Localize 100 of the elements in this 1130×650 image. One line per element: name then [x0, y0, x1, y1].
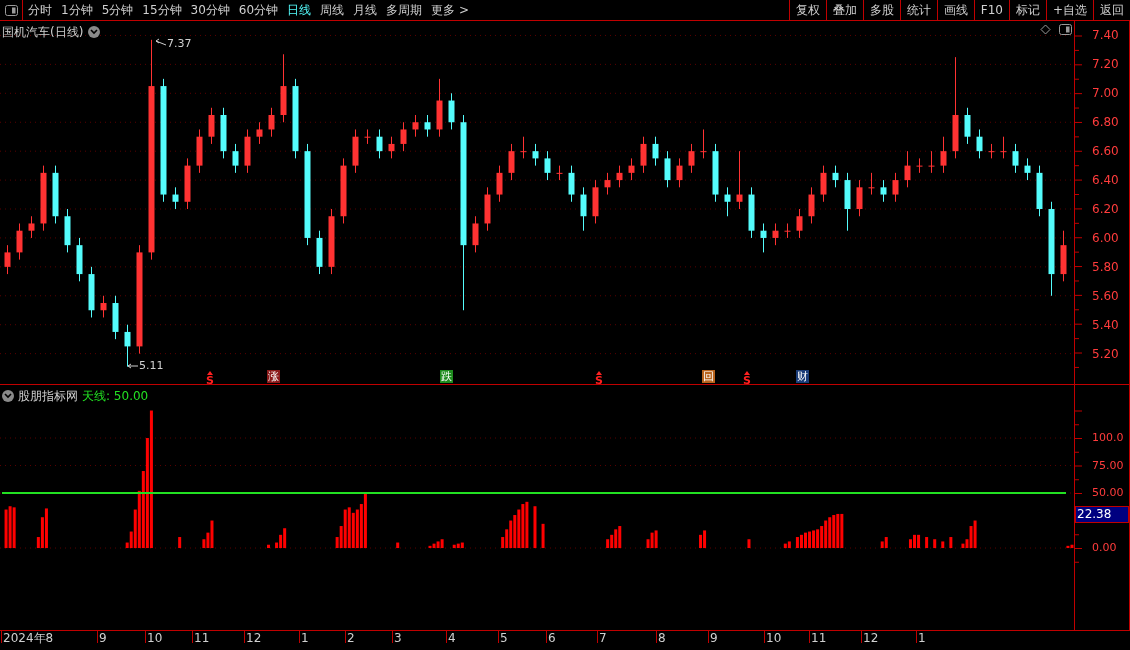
- candlestick: [16, 222, 23, 261]
- candlestick: [748, 186, 755, 239]
- axis-label: 50.00: [1092, 487, 1124, 499]
- date-label: 8: [658, 632, 666, 644]
- period-tab[interactable]: 日线: [287, 1, 312, 19]
- high-price-label: 7.37: [167, 38, 192, 49]
- toolbar-button[interactable]: 多股: [862, 0, 900, 20]
- toolbar-button[interactable]: 画线: [936, 0, 974, 20]
- indicator-bar: [396, 542, 400, 549]
- axis-label: 6.20: [1092, 203, 1119, 215]
- candlestick: [676, 157, 683, 188]
- date-label: 1: [918, 632, 926, 644]
- candlestick: [436, 78, 443, 138]
- low-pointer: [127, 363, 139, 369]
- date-label: 5: [500, 632, 508, 644]
- candlestick: [724, 186, 731, 217]
- indicator-bar: [941, 541, 945, 549]
- toolbar-button[interactable]: 标记: [1008, 0, 1046, 20]
- date-label: 2: [347, 632, 355, 644]
- toolbar-button[interactable]: 统计: [899, 0, 937, 20]
- date-label: 10: [147, 632, 163, 644]
- date-label: 12: [863, 632, 879, 644]
- candlestick: [232, 143, 239, 174]
- candlestick: [76, 237, 83, 282]
- signal-mark: S: [743, 375, 751, 386]
- event-badge[interactable]: 财: [796, 370, 809, 383]
- candlestick: [208, 107, 215, 145]
- chevron-down-icon[interactable]: [88, 26, 101, 38]
- line-legend: 天线: 50.00: [82, 387, 149, 405]
- axis-label: 6.60: [1092, 145, 1119, 158]
- panel-toggle-icon[interactable]: [1059, 24, 1072, 35]
- signal-mark: S: [595, 375, 603, 386]
- axis-label: 7.00: [1092, 87, 1119, 100]
- toolbar-button[interactable]: 叠加: [825, 0, 863, 20]
- candlestick: [328, 208, 335, 275]
- candlestick: [340, 157, 347, 224]
- period-tab[interactable]: 月线: [353, 1, 378, 19]
- date-label: 3: [394, 632, 402, 644]
- candlestick: [940, 136, 947, 174]
- candlestick: [712, 143, 719, 203]
- date-label: 9: [710, 632, 718, 644]
- indicator-bar: [533, 506, 537, 549]
- date-label: 9: [99, 632, 107, 644]
- period-tab[interactable]: 60分钟: [238, 1, 279, 19]
- period-tab[interactable]: 15分钟: [142, 1, 182, 19]
- candlestick: [568, 165, 575, 203]
- indicator-bar: [178, 537, 182, 549]
- period-tab[interactable]: 多周期: [386, 1, 423, 19]
- candlestick: [904, 150, 911, 188]
- candlestick: [484, 186, 491, 232]
- candlestick: [316, 230, 323, 275]
- candlestick: [184, 157, 191, 210]
- date-label: 6: [548, 632, 556, 644]
- period-tab[interactable]: 5分钟: [101, 1, 134, 19]
- date-label: 2024年8: [3, 632, 54, 644]
- candlestick: [268, 107, 275, 138]
- candlestick: [220, 107, 227, 159]
- candlestick: [556, 165, 563, 181]
- toolbar-button[interactable]: 返回: [1093, 0, 1130, 20]
- candlestick: [1036, 165, 1043, 217]
- candlestick: [1060, 230, 1067, 282]
- candlestick: [640, 136, 647, 174]
- date-label: 7: [599, 632, 607, 644]
- event-badge[interactable]: 跌: [440, 370, 453, 383]
- candlestick: [40, 165, 47, 232]
- toolbar-button[interactable]: +自选: [1045, 0, 1093, 20]
- panel-toggle-icon[interactable]: [4, 4, 18, 16]
- candlestick: [664, 150, 671, 188]
- indicator-bar: [925, 537, 929, 549]
- candlestick: [244, 128, 251, 174]
- period-tab[interactable]: 分时: [28, 1, 52, 19]
- date-label: 11: [194, 632, 210, 644]
- candlestick: [760, 222, 767, 253]
- axis-label: 100.0: [1092, 432, 1124, 443]
- candlestick: [376, 128, 383, 159]
- period-tab[interactable]: 1分钟: [61, 1, 93, 19]
- date-label: 11: [811, 632, 827, 644]
- candlestick: [88, 266, 95, 318]
- candlestick: [628, 157, 635, 181]
- chevron-down-icon[interactable]: [2, 390, 14, 402]
- candlestick: [604, 172, 611, 196]
- candlestick: [496, 165, 503, 203]
- candlestick: [592, 179, 599, 224]
- candlestick: [4, 244, 11, 275]
- axis-label: 5.20: [1092, 347, 1119, 360]
- toolbar-button[interactable]: F10: [973, 0, 1009, 20]
- candlestick: [280, 53, 287, 123]
- period-tab[interactable]: 周线: [320, 1, 345, 19]
- period-tab[interactable]: 30分钟: [190, 1, 230, 19]
- event-badge[interactable]: 回: [702, 370, 715, 383]
- period-tab[interactable]: 更多 >: [431, 1, 469, 19]
- candlestick: [508, 143, 515, 181]
- candlestick: [928, 150, 935, 174]
- event-badge[interactable]: 涨: [267, 370, 280, 383]
- candlestick: [796, 208, 803, 239]
- date-label: 1: [301, 632, 309, 644]
- candlestick: [832, 165, 839, 188]
- axis-label: 5.40: [1092, 318, 1119, 331]
- toolbar-button[interactable]: 复权: [788, 0, 826, 20]
- indicator-bar: [949, 537, 953, 549]
